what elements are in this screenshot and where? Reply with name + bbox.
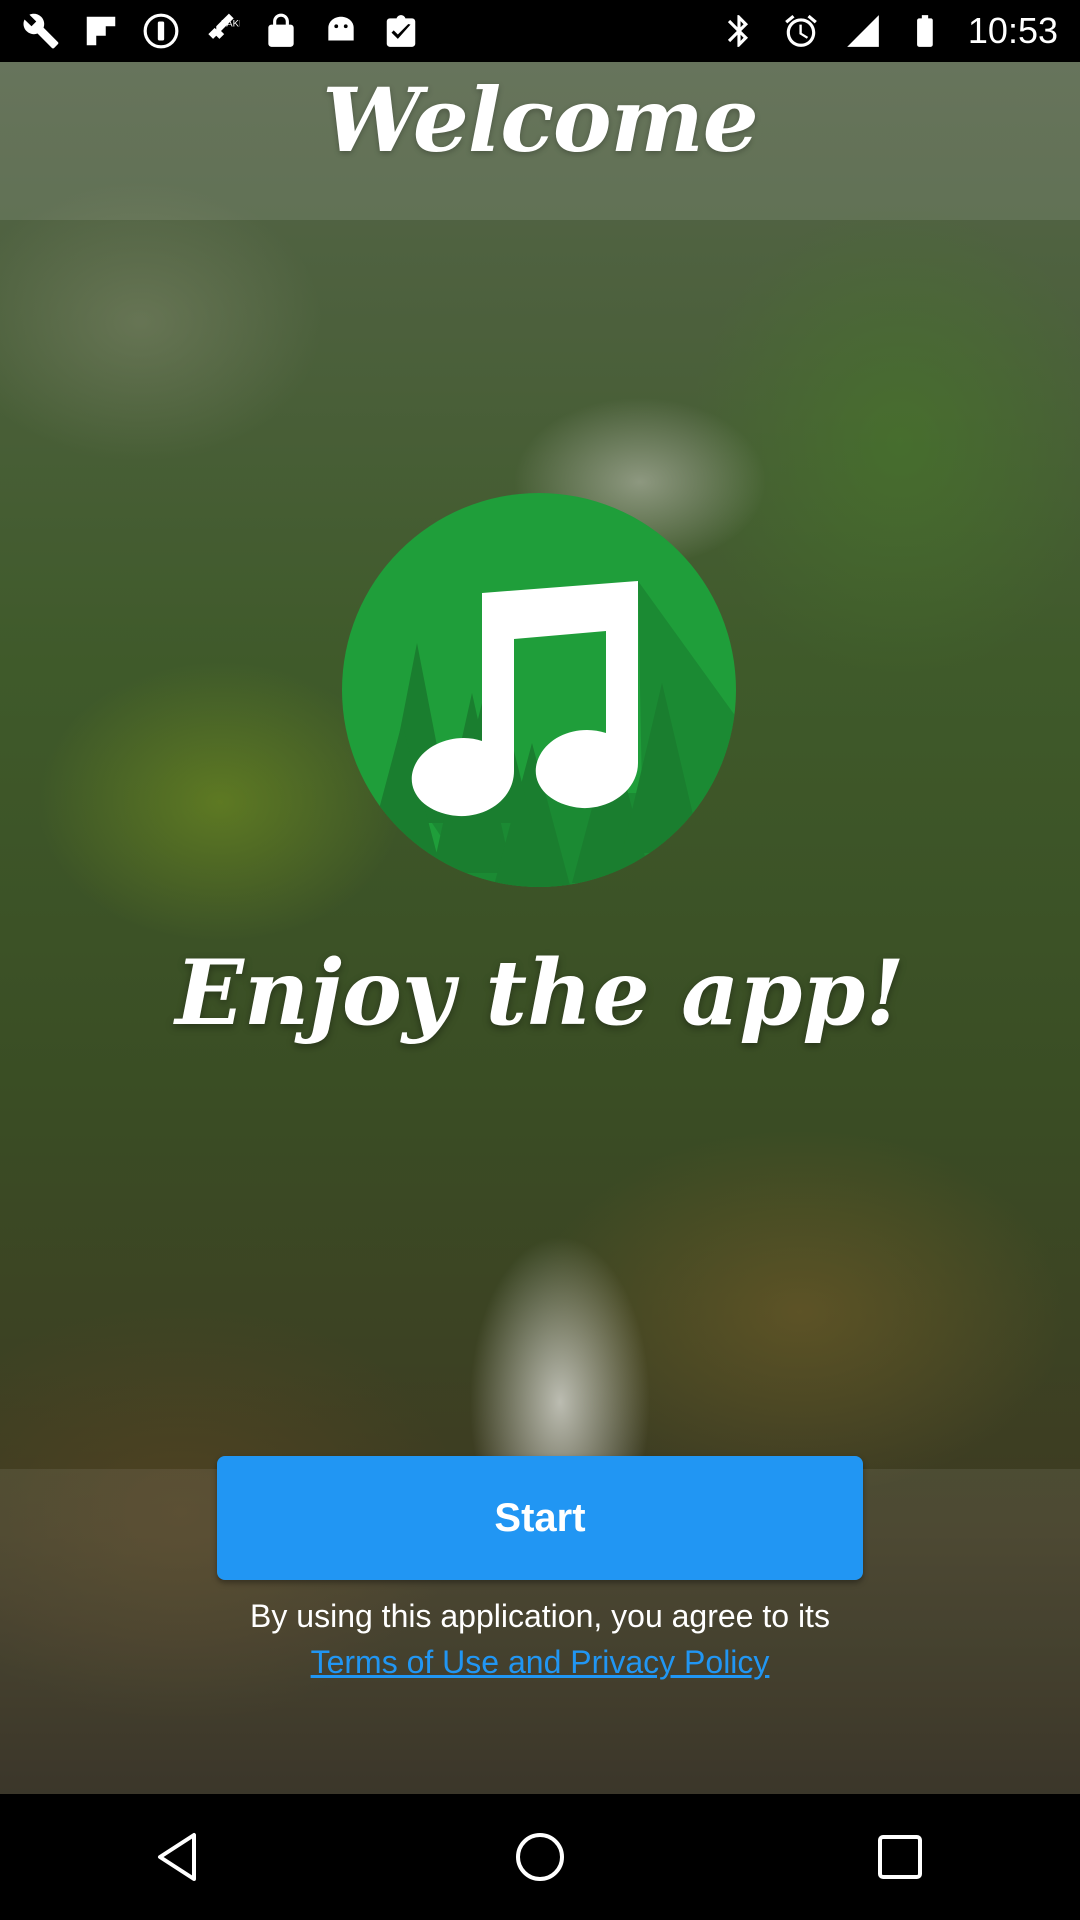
- battery-icon: [906, 12, 944, 50]
- wrench-icon: [22, 12, 60, 50]
- navigation-bar: [0, 1794, 1080, 1920]
- tagline: Enjoy the app!: [175, 940, 905, 1046]
- recents-icon[interactable]: [840, 1797, 960, 1917]
- clipboard-check-icon: [382, 12, 420, 50]
- lock-icon: [262, 12, 300, 50]
- consent-text: By using this application, you agree to …: [250, 1598, 830, 1634]
- terms-link-row: Terms of Use and Privacy Policy: [0, 1644, 1080, 1681]
- status-right-icons: 10:53: [720, 10, 1058, 52]
- status-clock: 10:53: [967, 10, 1058, 51]
- music-note-forest-icon: [342, 493, 736, 887]
- fake-gps-icon: FAKE: [202, 12, 240, 50]
- alert-circle-icon: [142, 12, 180, 50]
- alarm-icon: [782, 12, 820, 50]
- status-bar: FAKE 10:53: [0, 0, 1080, 62]
- terms-privacy-link[interactable]: Terms of Use and Privacy Policy: [311, 1644, 770, 1680]
- page-title: Welcome: [322, 68, 758, 172]
- home-icon[interactable]: [480, 1797, 600, 1917]
- svg-text:FAKE: FAKE: [221, 18, 240, 29]
- start-button[interactable]: Start: [217, 1456, 863, 1580]
- flipboard-icon: [82, 12, 120, 50]
- signal-icon: [844, 12, 882, 50]
- back-icon[interactable]: [120, 1797, 240, 1917]
- status-left-icons: FAKE: [22, 12, 420, 50]
- android-icon: [322, 12, 360, 50]
- bluetooth-icon: [720, 12, 758, 50]
